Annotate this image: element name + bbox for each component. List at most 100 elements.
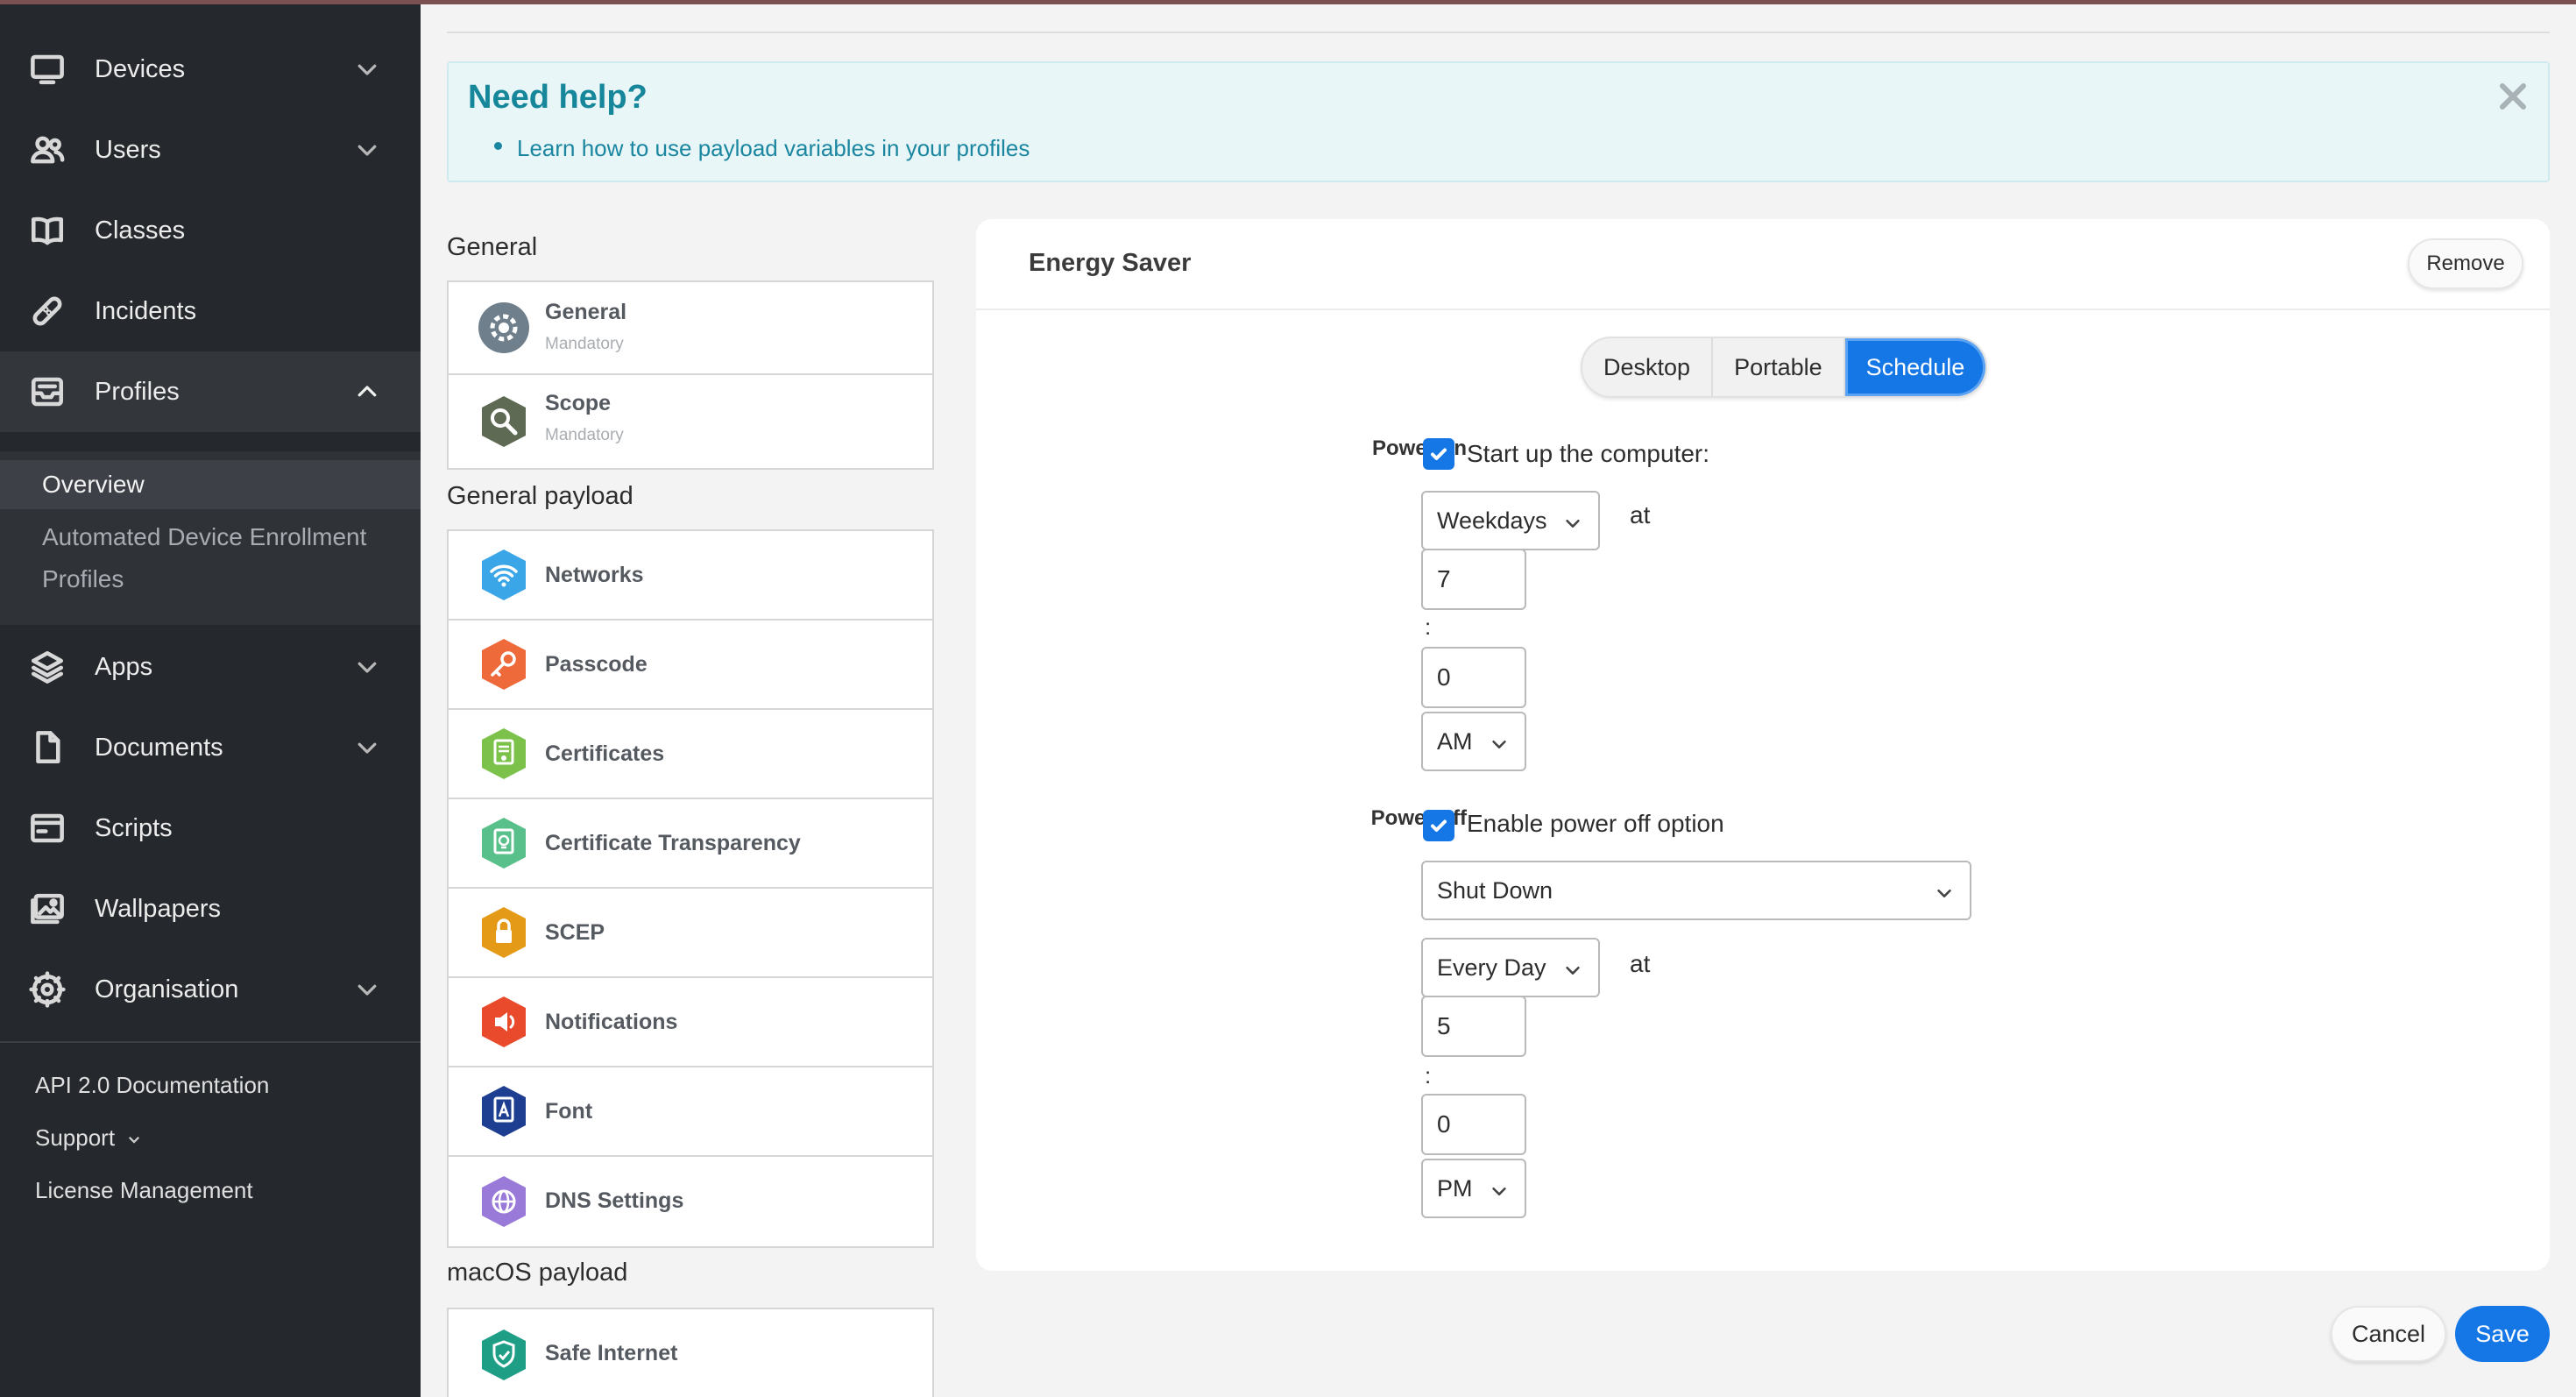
header-divider: [447, 32, 2550, 33]
sidebar-item-label: Documents: [95, 733, 223, 762]
sidebar-item-label: Apps: [95, 652, 153, 681]
sidebar-item-wallpapers[interactable]: Wallpapers: [0, 869, 421, 949]
inbox-icon: [28, 372, 67, 411]
payload-item-certificates[interactable]: Certificates: [449, 710, 932, 799]
payload-name: Scope: [545, 391, 612, 415]
lock-icon: [482, 907, 526, 958]
help-link[interactable]: Learn how to use payload variables in yo…: [517, 135, 1030, 162]
card-header: Energy Saver Remove: [976, 219, 2550, 310]
close-icon[interactable]: [2495, 79, 2530, 114]
power-on-checkbox-label: Start up the computer:: [1467, 440, 1710, 467]
payload-item-dns-settings[interactable]: DNS Settings: [449, 1157, 932, 1246]
payload-name: Certificate Transparency: [545, 831, 801, 855]
sidebar-divider: [0, 1041, 421, 1043]
chevron-down-icon: [129, 1137, 140, 1144]
payload-sub: Mandatory: [545, 335, 624, 353]
profiles-subnav: Overview Automated Device Enrollment Pro…: [0, 451, 421, 625]
sidebar-item-apps[interactable]: Apps: [0, 627, 421, 707]
tab-group: Desktop Portable Schedule: [1581, 337, 1988, 398]
chevron-up-icon[interactable]: [354, 379, 380, 405]
cancel-button[interactable]: Cancel: [2331, 1306, 2446, 1362]
select-value: Weekdays: [1437, 507, 1547, 534]
power-off-days-select[interactable]: Every Day: [1421, 938, 1600, 997]
subnav-item-overview[interactable]: Overview: [0, 460, 421, 509]
general-payload-list: Networks Passcode Certificates Certifica…: [447, 529, 934, 1248]
power-on-minute-input[interactable]: 0: [1421, 647, 1526, 708]
payload-item-networks[interactable]: Networks: [449, 531, 932, 620]
sidebar-item-classes[interactable]: Classes: [0, 190, 421, 271]
certificate-transparency-icon: [482, 818, 526, 869]
payload-item-notifications[interactable]: Notifications: [449, 978, 932, 1067]
layers-icon: [28, 648, 67, 686]
energy-saver-card: Energy Saver Remove Desktop Portable Sch…: [976, 219, 2550, 1271]
sidebar-item-devices[interactable]: Devices: [0, 29, 421, 110]
sidebar-item-incidents[interactable]: Incidents: [0, 271, 421, 351]
sidebar-item-users[interactable]: Users: [0, 110, 421, 190]
payload-name: Passcode: [545, 652, 648, 677]
sidebar-item-label: Wallpapers: [95, 894, 221, 923]
payload-item-safe-internet[interactable]: Safe Internet: [449, 1309, 932, 1397]
chevron-down-icon[interactable]: [354, 56, 380, 82]
certificate-icon: [482, 728, 526, 779]
payload-item-scep[interactable]: SCEP: [449, 889, 932, 978]
payload-name: General: [545, 300, 627, 324]
settings-gear-icon: [478, 302, 529, 353]
sidebar-item-label: Users: [95, 135, 161, 164]
sidebar-item-label: Devices: [95, 54, 186, 83]
chevron-down-icon[interactable]: [354, 654, 380, 680]
payload-name: Certificates: [545, 741, 665, 766]
power-off-hour-input[interactable]: 5: [1421, 996, 1526, 1057]
sidebar-item-scripts[interactable]: Scripts: [0, 788, 421, 869]
remove-button[interactable]: Remove: [2408, 238, 2523, 289]
tab-portable[interactable]: Portable: [1713, 338, 1845, 396]
wifi-icon: [482, 550, 526, 600]
users-icon: [28, 131, 67, 169]
power-off-checkbox[interactable]: [1423, 810, 1454, 841]
sidebar-item-organisation[interactable]: Organisation: [0, 949, 421, 1030]
select-value: AM: [1437, 727, 1473, 755]
chevron-down-icon: [1563, 512, 1582, 531]
at-label: at: [1630, 501, 1651, 528]
bullet: [494, 142, 502, 150]
api-docs-link[interactable]: API 2.0 Documentation: [35, 1072, 269, 1099]
sidebar-item-profiles[interactable]: Profiles: [0, 351, 421, 432]
power-off-action-select[interactable]: Shut Down: [1421, 861, 1971, 920]
select-value: PM: [1437, 1174, 1473, 1202]
power-on-hour-input[interactable]: 7: [1421, 549, 1526, 610]
chevron-down-icon: [1490, 1180, 1509, 1199]
power-off-checkbox-label: Enable power off option: [1467, 810, 1724, 837]
payload-item-certificate-transparency[interactable]: Certificate Transparency: [449, 799, 932, 889]
payload-name: Notifications: [545, 1010, 678, 1034]
chevron-down-icon[interactable]: [354, 976, 380, 1003]
time-separator: :: [1425, 613, 1432, 640]
payload-name: SCEP: [545, 920, 605, 945]
help-title: Need help?: [468, 79, 648, 116]
general-list: General Mandatory Scope Mandatory: [447, 280, 934, 470]
section-general: General: [447, 233, 538, 261]
help-banner: Need help? Learn how to use payload vari…: [447, 61, 2550, 182]
subnav-item-ade-profiles[interactable]: Automated Device Enrollment Profiles: [42, 516, 410, 600]
sidebar-item-documents[interactable]: Documents: [0, 707, 421, 788]
payload-item-passcode[interactable]: Passcode: [449, 620, 932, 710]
globe-icon: [482, 1176, 526, 1227]
sidebar: Devices Users Classes Incidents Profiles…: [0, 4, 421, 1397]
file-icon: [28, 728, 67, 767]
power-on-ampm-select[interactable]: AM: [1421, 712, 1526, 771]
payload-item-font[interactable]: Font: [449, 1067, 932, 1157]
power-on-days-select[interactable]: Weekdays: [1421, 491, 1600, 550]
chevron-down-icon[interactable]: [354, 734, 380, 761]
support-menu[interactable]: Support: [35, 1124, 142, 1152]
save-button[interactable]: Save: [2455, 1306, 2550, 1362]
payload-item-scope[interactable]: Scope Mandatory: [449, 375, 932, 468]
chevron-down-icon[interactable]: [354, 137, 380, 163]
chevron-down-icon: [1935, 882, 1954, 901]
tab-schedule[interactable]: Schedule: [1844, 338, 1986, 396]
section-general-payload: General payload: [447, 482, 633, 510]
power-off-minute-input[interactable]: 0: [1421, 1094, 1526, 1155]
payload-item-general[interactable]: General Mandatory: [449, 282, 932, 375]
time-separator: :: [1425, 1062, 1432, 1089]
power-on-checkbox[interactable]: [1423, 438, 1454, 470]
power-off-ampm-select[interactable]: PM: [1421, 1159, 1526, 1218]
license-management-link[interactable]: License Management: [35, 1177, 253, 1204]
tab-desktop[interactable]: Desktop: [1582, 338, 1714, 396]
